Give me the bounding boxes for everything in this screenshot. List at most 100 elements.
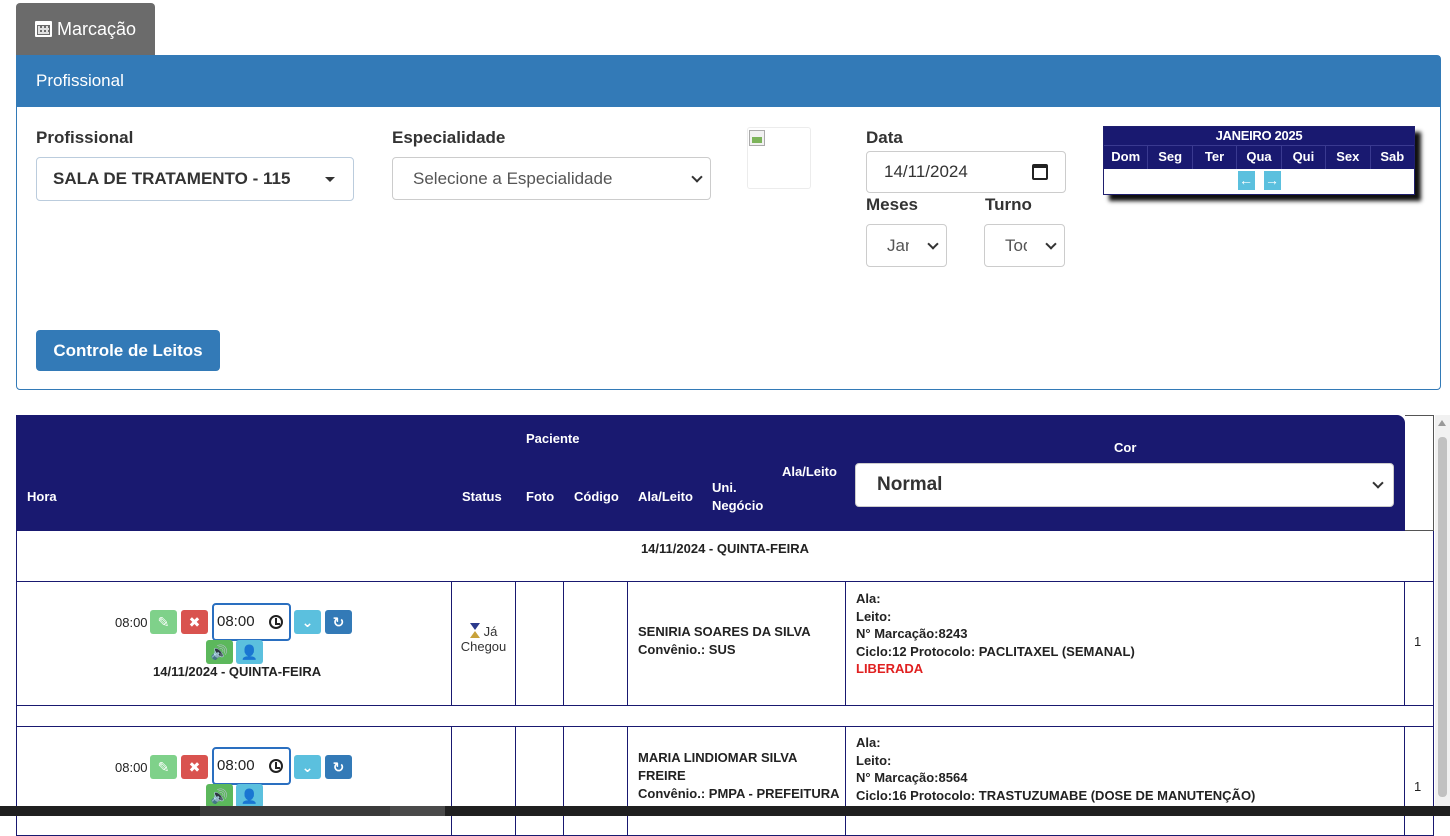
weekday: Qua — [1237, 146, 1282, 169]
edit-button[interactable]: ✎ — [150, 755, 177, 779]
paciente-info: MARIA LINDIOMAR SILVA FREIRE Convênio.: … — [638, 749, 840, 803]
arrow-left-icon[interactable]: ← — [1237, 171, 1255, 190]
broken-image-icon — [749, 130, 765, 146]
refresh-button[interactable]: ↻ — [325, 610, 352, 634]
cor-select[interactable]: Normal — [855, 463, 1394, 507]
user-button[interactable]: 👤 — [236, 640, 263, 664]
profissional-panel: Profissional Profissional SALA DE TRATAM… — [16, 55, 1441, 390]
meses-label: Meses — [866, 195, 918, 214]
row-hora: 08:00 — [115, 615, 148, 630]
ciclo-text: Ciclo:16 Protocolo: TRASTUZUMABE (DOSE D… — [856, 787, 1256, 803]
mini-calendar: JANEIRO 2025 Dom Seg Ter Qua Qui Sex Sab… — [1103, 126, 1415, 195]
meses-select-value: Jan — [887, 235, 909, 255]
weekday: Seg — [1148, 146, 1193, 169]
header-ala-leito-2: Ala/Leito — [782, 464, 837, 479]
time-input[interactable]: 08:00 — [212, 603, 291, 641]
codigo-cell — [564, 727, 628, 835]
paciente-nome: SENIRIA SOARES DA SILVA — [638, 624, 811, 639]
expand-button[interactable]: ⌄ — [294, 610, 321, 634]
header-status: Status — [462, 489, 502, 504]
leito-text: Leito: — [856, 752, 892, 768]
marcacao-text: N° Marcação:8243 — [856, 626, 968, 641]
status-cell — [452, 727, 516, 835]
refresh-button[interactable]: ↻ — [325, 755, 352, 779]
header-paciente: Paciente — [526, 431, 580, 446]
hora-cell: 08:00 ✎ ✖ 08:00 ⌄ ↻ 🔊 👤 14/11/2024 - QUI… — [17, 582, 452, 705]
paciente-nome-cont: FREIRE — [638, 768, 686, 783]
header-hora: Hora — [27, 489, 57, 504]
sound-button[interactable]: 🔊 — [206, 640, 233, 664]
turno-select[interactable]: Tod — [984, 224, 1065, 267]
taskbar-item[interactable] — [390, 806, 445, 816]
expand-button[interactable]: ⌄ — [294, 755, 321, 779]
tab-marcacao[interactable]: Marcação — [16, 3, 155, 55]
scroll-up-icon[interactable] — [1438, 420, 1446, 426]
data-label: Data — [866, 128, 903, 147]
sound-button[interactable]: 🔊 — [206, 784, 233, 808]
time-input[interactable]: 08:00 — [212, 747, 291, 785]
marcacao-text: N° Marcação:8564 — [856, 770, 968, 785]
profissional-label: Profissional — [36, 128, 134, 147]
header-foto: Foto — [526, 489, 555, 504]
header-uni: Uni. — [712, 480, 737, 495]
row-date: 14/11/2024 - QUINTA-FEIRA — [153, 664, 322, 679]
codigo-cell — [564, 582, 628, 705]
paciente-cell: SENIRIA SOARES DA SILVA Convênio.: SUS — [628, 582, 846, 705]
ala-text: Ala: — [856, 591, 881, 606]
profissional-select[interactable]: SALA DE TRATAMENTO - 115 — [36, 157, 354, 201]
day-header-row: 14/11/2024 - QUINTA-FEIRA — [16, 531, 1434, 582]
paciente-convenio: Convênio.: SUS — [638, 642, 736, 657]
caret-down-icon — [325, 177, 335, 182]
scrollbar-thumb[interactable] — [1438, 437, 1447, 797]
mini-calendar-weekdays: Dom Seg Ter Qua Qui Sex Sab — [1104, 145, 1414, 169]
controle-leitos-button[interactable]: Controle de Leitos — [36, 330, 220, 371]
paciente-convenio: Convênio.: PMPA - PREFEITURA — [638, 786, 840, 801]
leito-text: Leito: — [856, 608, 892, 624]
clock-icon — [269, 759, 283, 773]
weekday: Dom — [1104, 146, 1149, 169]
header-ala-leito: Ala/Leito — [638, 489, 693, 504]
taskbar-item[interactable] — [200, 806, 390, 816]
delete-button[interactable]: ✖ — [181, 610, 208, 634]
marcacao-info: Ala: Leito: N° Marcação:8564 Ciclo:16 Pr… — [856, 734, 1255, 804]
meses-select[interactable]: Jan — [866, 224, 947, 267]
especialidade-select[interactable]: Selecione a Especialidade — [392, 157, 711, 200]
especialidade-label: Especialidade — [392, 128, 506, 147]
data-input[interactable]: 14/11/2024 — [866, 151, 1066, 193]
foto-cell — [516, 582, 564, 705]
row-count: 1 — [1414, 779, 1422, 794]
edit-button[interactable]: ✎ — [150, 610, 177, 634]
vertical-scrollbar[interactable] — [1435, 415, 1450, 816]
tab-marcacao-label: Marcação — [57, 18, 137, 39]
status-cell: Já Chegou — [452, 582, 516, 705]
calendar-picker-icon[interactable] — [1032, 164, 1048, 180]
row-spacer — [16, 706, 1434, 727]
cor-select-value: Normal — [877, 474, 943, 495]
marcacao-info: Ala: Leito: N° Marcação:8243 Ciclo:12 Pr… — [856, 590, 1135, 678]
time-input-value: 08:00 — [217, 757, 255, 774]
delete-button[interactable]: ✖ — [181, 755, 208, 779]
mini-calendar-title: JANEIRO 2025 — [1104, 127, 1414, 145]
calendar-icon — [35, 21, 52, 37]
row-hora: 08:00 — [115, 760, 148, 775]
hourglass-icon — [469, 623, 481, 638]
table-row[interactable]: 08:00 ✎ ✖ 08:00 ⌄ ↻ 🔊 👤 14/11/2024 - QUI… — [16, 582, 1434, 706]
ala-text: Ala: — [856, 735, 881, 750]
arrow-right-icon[interactable]: → — [1263, 171, 1281, 190]
foto-cell — [516, 727, 564, 835]
status-line1: Já — [483, 624, 498, 639]
header-right-cell — [1405, 415, 1434, 531]
hora-cell: 08:00 ✎ ✖ 08:00 ⌄ ↻ 🔊 👤 — [17, 727, 452, 835]
table-row[interactable]: 08:00 ✎ ✖ 08:00 ⌄ ↻ 🔊 👤 MARIA LINDIOMAR … — [16, 726, 1434, 836]
data-input-value: 14/11/2024 — [884, 162, 968, 181]
turno-label: Turno — [985, 195, 1032, 214]
chevron-down-icon — [1372, 477, 1384, 489]
header-codigo: Código — [574, 489, 619, 504]
chevron-down-icon — [1045, 237, 1057, 250]
status-line2: Chegou — [460, 639, 507, 654]
especialidade-select-value: Selecione a Especialidade — [413, 168, 613, 188]
header-cor: Cor — [1114, 440, 1137, 455]
status-text: Já Chegou — [452, 623, 515, 654]
user-button[interactable]: 👤 — [236, 784, 263, 808]
panel-title: Profissional — [17, 56, 1440, 107]
